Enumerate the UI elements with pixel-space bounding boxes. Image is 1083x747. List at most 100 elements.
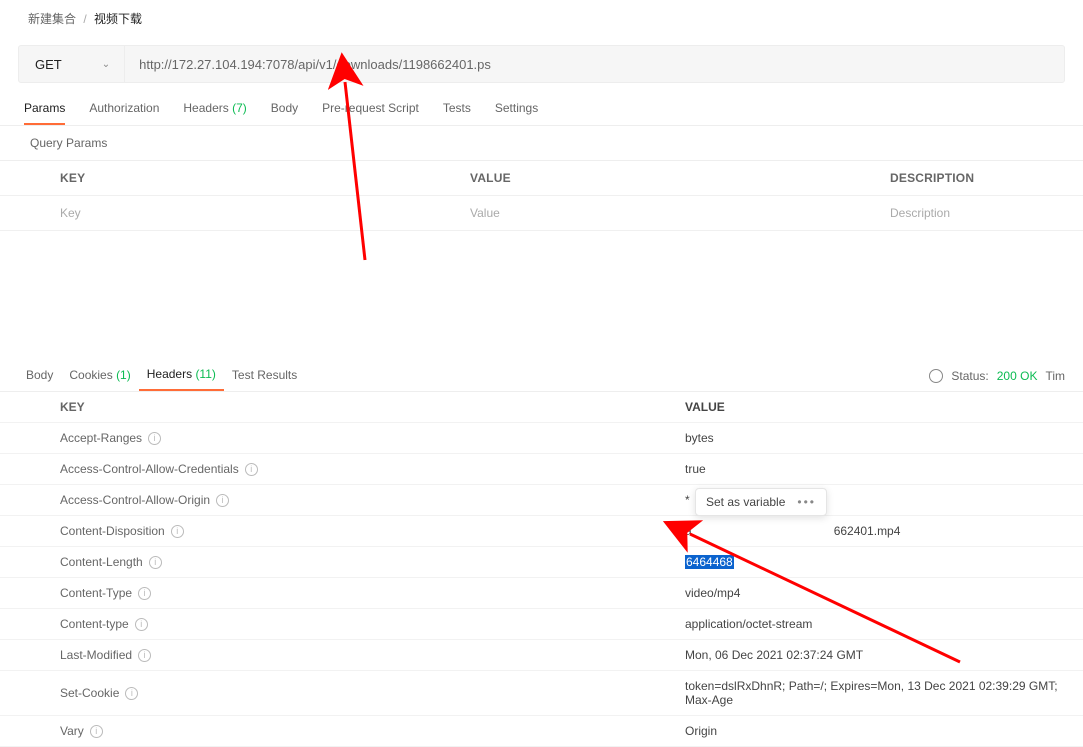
row-blank: [0, 485, 50, 515]
header-key: Content-typei: [50, 609, 675, 639]
info-icon[interactable]: i: [135, 618, 148, 631]
chevron-down-icon: ⌄: [102, 59, 110, 70]
header-value[interactable]: Mon, 06 Dec 2021 02:37:24 GMT: [675, 640, 1083, 670]
time-label: Tim: [1045, 369, 1065, 383]
row-desc-input[interactable]: Description: [880, 196, 1083, 230]
header-value[interactable]: a662401.mp4: [675, 516, 1083, 546]
header-key: Content-Typei: [50, 578, 675, 608]
tab-authorization[interactable]: Authorization: [89, 101, 159, 125]
breadcrumb-parent[interactable]: 新建集合: [28, 12, 76, 26]
headers-row: VaryiOrigin: [0, 716, 1083, 747]
header-key: Content-Dispositioni: [50, 516, 675, 546]
header-value[interactable]: bytes: [675, 423, 1083, 453]
info-icon[interactable]: i: [90, 725, 103, 738]
headers-row: Access-Control-Allow-Credentialsitrue: [0, 454, 1083, 485]
tab-tests[interactable]: Tests: [443, 101, 471, 125]
rtab-body[interactable]: Body: [18, 362, 61, 390]
query-params-table: KEY VALUE DESCRIPTION Key Value Descript…: [0, 160, 1083, 231]
set-variable-button[interactable]: Set as variable: [706, 495, 785, 509]
headers-row: Content-Typeivideo/mp4: [0, 578, 1083, 609]
header-key: Last-Modifiedi: [50, 640, 675, 670]
query-params-title: Query Params: [0, 126, 1083, 160]
header-key: Access-Control-Allow-Origini: [50, 485, 675, 515]
table-header-checkbox: [0, 161, 50, 195]
rtab-headers-label: Headers: [147, 367, 192, 381]
header-key: Set-Cookiei: [50, 671, 675, 715]
breadcrumb: 新建集合 / 视频下载: [0, 0, 1083, 37]
info-icon[interactable]: i: [171, 525, 184, 538]
globe-icon[interactable]: [929, 369, 943, 383]
header-key: Varyi: [50, 716, 675, 746]
row-blank: [0, 454, 50, 484]
info-icon[interactable]: i: [148, 432, 161, 445]
row-blank: [0, 609, 50, 639]
row-blank: [0, 640, 50, 670]
headers-row: Accept-Rangesibytes: [0, 423, 1083, 454]
row-blank: [0, 578, 50, 608]
info-icon[interactable]: i: [125, 687, 138, 700]
response-tabs: Body Cookies (1) Headers (11) Test Resul…: [0, 351, 1083, 392]
url-input[interactable]: [125, 46, 1064, 82]
request-url-bar: GET ⌄: [18, 45, 1065, 83]
more-icon[interactable]: •••: [797, 495, 816, 509]
headers-head-key: KEY: [50, 392, 675, 422]
header-value[interactable]: application/octet-stream: [675, 609, 1083, 639]
headers-row: Set-Cookieitoken=dslRxDhnR; Path=/; Expi…: [0, 671, 1083, 716]
row-checkbox[interactable]: [0, 196, 50, 230]
rtab-headers-count: (11): [195, 367, 215, 381]
status-value: 200 OK: [997, 369, 1038, 383]
header-key: Accept-Rangesi: [50, 423, 675, 453]
tab-headers-count: (7): [232, 101, 247, 115]
rtab-cookies-label: Cookies: [69, 368, 112, 382]
headers-table-head: KEY VALUE: [0, 392, 1083, 423]
rtab-testresults[interactable]: Test Results: [224, 362, 305, 390]
set-variable-popover: Set as variable •••: [695, 488, 827, 516]
headers-row: Content-typeiapplication/octet-stream: [0, 609, 1083, 640]
response-headers-table: KEY VALUE Accept-RangesibytesAccess-Cont…: [0, 392, 1083, 747]
tab-body[interactable]: Body: [271, 101, 298, 125]
breadcrumb-separator: /: [83, 12, 86, 26]
headers-row: Content-Dispositionia662401.mp4: [0, 516, 1083, 547]
rtab-cookies[interactable]: Cookies (1): [61, 362, 138, 390]
header-value[interactable]: true: [675, 454, 1083, 484]
row-blank: [0, 547, 50, 577]
tab-headers[interactable]: Headers (7): [183, 101, 246, 125]
row-blank: [0, 423, 50, 453]
headers-head-blank: [0, 392, 50, 422]
table-header-desc: DESCRIPTION: [880, 161, 1083, 195]
header-key: Access-Control-Allow-Credentialsi: [50, 454, 675, 484]
headers-row: Content-Lengthi6464468: [0, 547, 1083, 578]
info-icon[interactable]: i: [245, 463, 258, 476]
info-icon[interactable]: i: [138, 587, 151, 600]
header-value[interactable]: 6464468: [675, 547, 1083, 577]
method-label: GET: [35, 57, 62, 72]
tab-params[interactable]: Params: [24, 101, 65, 125]
breadcrumb-current: 视频下载: [94, 12, 142, 26]
header-value[interactable]: Origin: [675, 716, 1083, 746]
info-icon[interactable]: i: [216, 494, 229, 507]
response-status: Status: 200 OK Tim: [929, 369, 1065, 383]
headers-row: Last-ModifiediMon, 06 Dec 2021 02:37:24 …: [0, 640, 1083, 671]
request-tabs: Params Authorization Headers (7) Body Pr…: [0, 83, 1083, 126]
tab-prerequest[interactable]: Pre-request Script: [322, 101, 419, 125]
rtab-headers[interactable]: Headers (11): [139, 361, 224, 391]
table-header-row: KEY VALUE DESCRIPTION: [0, 161, 1083, 196]
header-key: Content-Lengthi: [50, 547, 675, 577]
table-row[interactable]: Key Value Description: [0, 196, 1083, 231]
header-value[interactable]: token=dslRxDhnR; Path=/; Expires=Mon, 13…: [675, 671, 1083, 715]
row-value-input[interactable]: Value: [460, 196, 880, 230]
table-header-key: KEY: [50, 161, 460, 195]
tab-settings[interactable]: Settings: [495, 101, 538, 125]
headers-head-value: VALUE: [675, 392, 1083, 422]
rtab-cookies-count: (1): [116, 368, 131, 382]
info-icon[interactable]: i: [138, 649, 151, 662]
row-blank: [0, 516, 50, 546]
table-header-value: VALUE: [460, 161, 880, 195]
row-key-input[interactable]: Key: [50, 196, 460, 230]
info-icon[interactable]: i: [149, 556, 162, 569]
headers-row: Access-Control-Allow-Origini*: [0, 485, 1083, 516]
tab-headers-label: Headers: [183, 101, 228, 115]
http-method-selector[interactable]: GET ⌄: [19, 46, 125, 82]
row-blank: [0, 716, 50, 746]
header-value[interactable]: video/mp4: [675, 578, 1083, 608]
